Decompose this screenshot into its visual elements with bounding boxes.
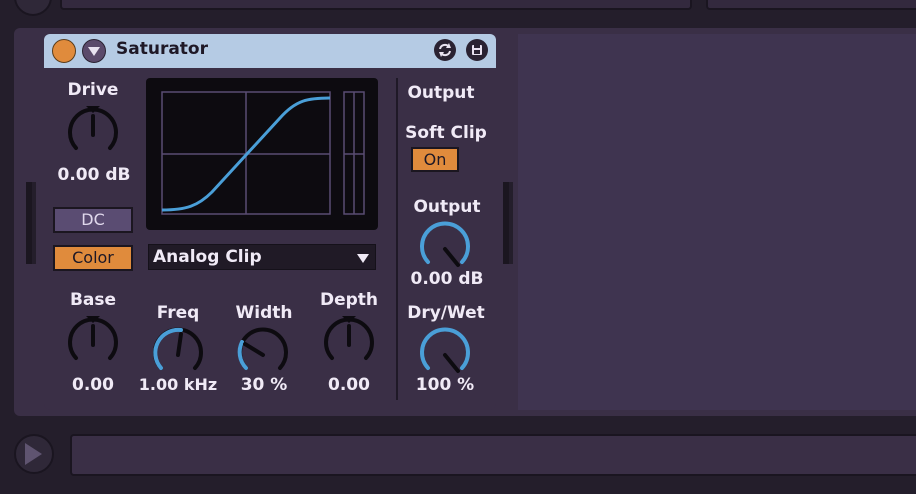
drive-label: Drive (67, 80, 119, 100)
top-track-bar-right (706, 0, 916, 10)
freq-label: Freq (156, 303, 200, 323)
device-title: Saturator (116, 39, 208, 59)
output-gain-knob[interactable] (416, 218, 474, 276)
base-value[interactable]: 0.00 (54, 375, 132, 395)
output-gain-label: Output (413, 197, 481, 217)
freq-knob[interactable] (149, 324, 207, 382)
width-label: Width (235, 303, 293, 323)
depth-value[interactable]: 0.00 (310, 375, 388, 395)
chevron-down-icon[interactable] (82, 39, 106, 63)
dry-wet-value[interactable]: 100 % (402, 375, 488, 395)
width-knob[interactable] (234, 324, 292, 382)
device-title-bar[interactable]: Saturator (44, 34, 496, 68)
top-track-bar (60, 0, 692, 10)
freq-value[interactable]: 1.00 kHz (132, 375, 224, 394)
device-drop-area[interactable] (518, 34, 916, 410)
output-gain-value[interactable]: 0.00 dB (402, 269, 492, 289)
curve-type-value: Analog Clip (153, 247, 262, 267)
hot-swap-icon (439, 43, 451, 57)
waveshaper-display (146, 78, 378, 230)
color-button[interactable]: Color (53, 245, 133, 271)
saturator-device: Saturator Drive 0.00 dB DC Color Analog … (44, 34, 496, 410)
output-meter-right (509, 182, 513, 264)
base-knob[interactable] (64, 314, 122, 372)
transfer-curve-graph (161, 91, 365, 215)
save-icon (472, 45, 482, 55)
curve-type-dropdown[interactable]: Analog Clip (148, 244, 376, 270)
dropdown-arrow-icon (357, 254, 369, 263)
drive-value[interactable]: 0.00 dB (48, 165, 140, 185)
hot-swap-icon[interactable] (434, 39, 456, 61)
drive-knob[interactable] (64, 104, 122, 162)
save-icon[interactable] (466, 39, 488, 61)
bottom-clip-bar[interactable] (70, 434, 916, 476)
dry-wet-knob[interactable] (416, 324, 474, 382)
section-divider (396, 78, 398, 400)
depth-knob[interactable] (320, 314, 378, 372)
width-value[interactable]: 30 % (224, 375, 304, 395)
dc-button[interactable]: DC (53, 207, 133, 233)
power-toggle-icon[interactable] (52, 39, 76, 63)
input-meter-right (32, 182, 36, 264)
soft-clip-toggle[interactable]: On (411, 147, 459, 172)
dry-wet-label: Dry/Wet (407, 303, 485, 323)
base-label: Base (69, 290, 117, 310)
top-track-circle[interactable] (14, 0, 52, 16)
soft-clip-label: Soft Clip (405, 123, 487, 143)
depth-label: Depth (319, 290, 379, 310)
play-icon (25, 443, 42, 465)
output-section-heading: Output (407, 83, 475, 103)
